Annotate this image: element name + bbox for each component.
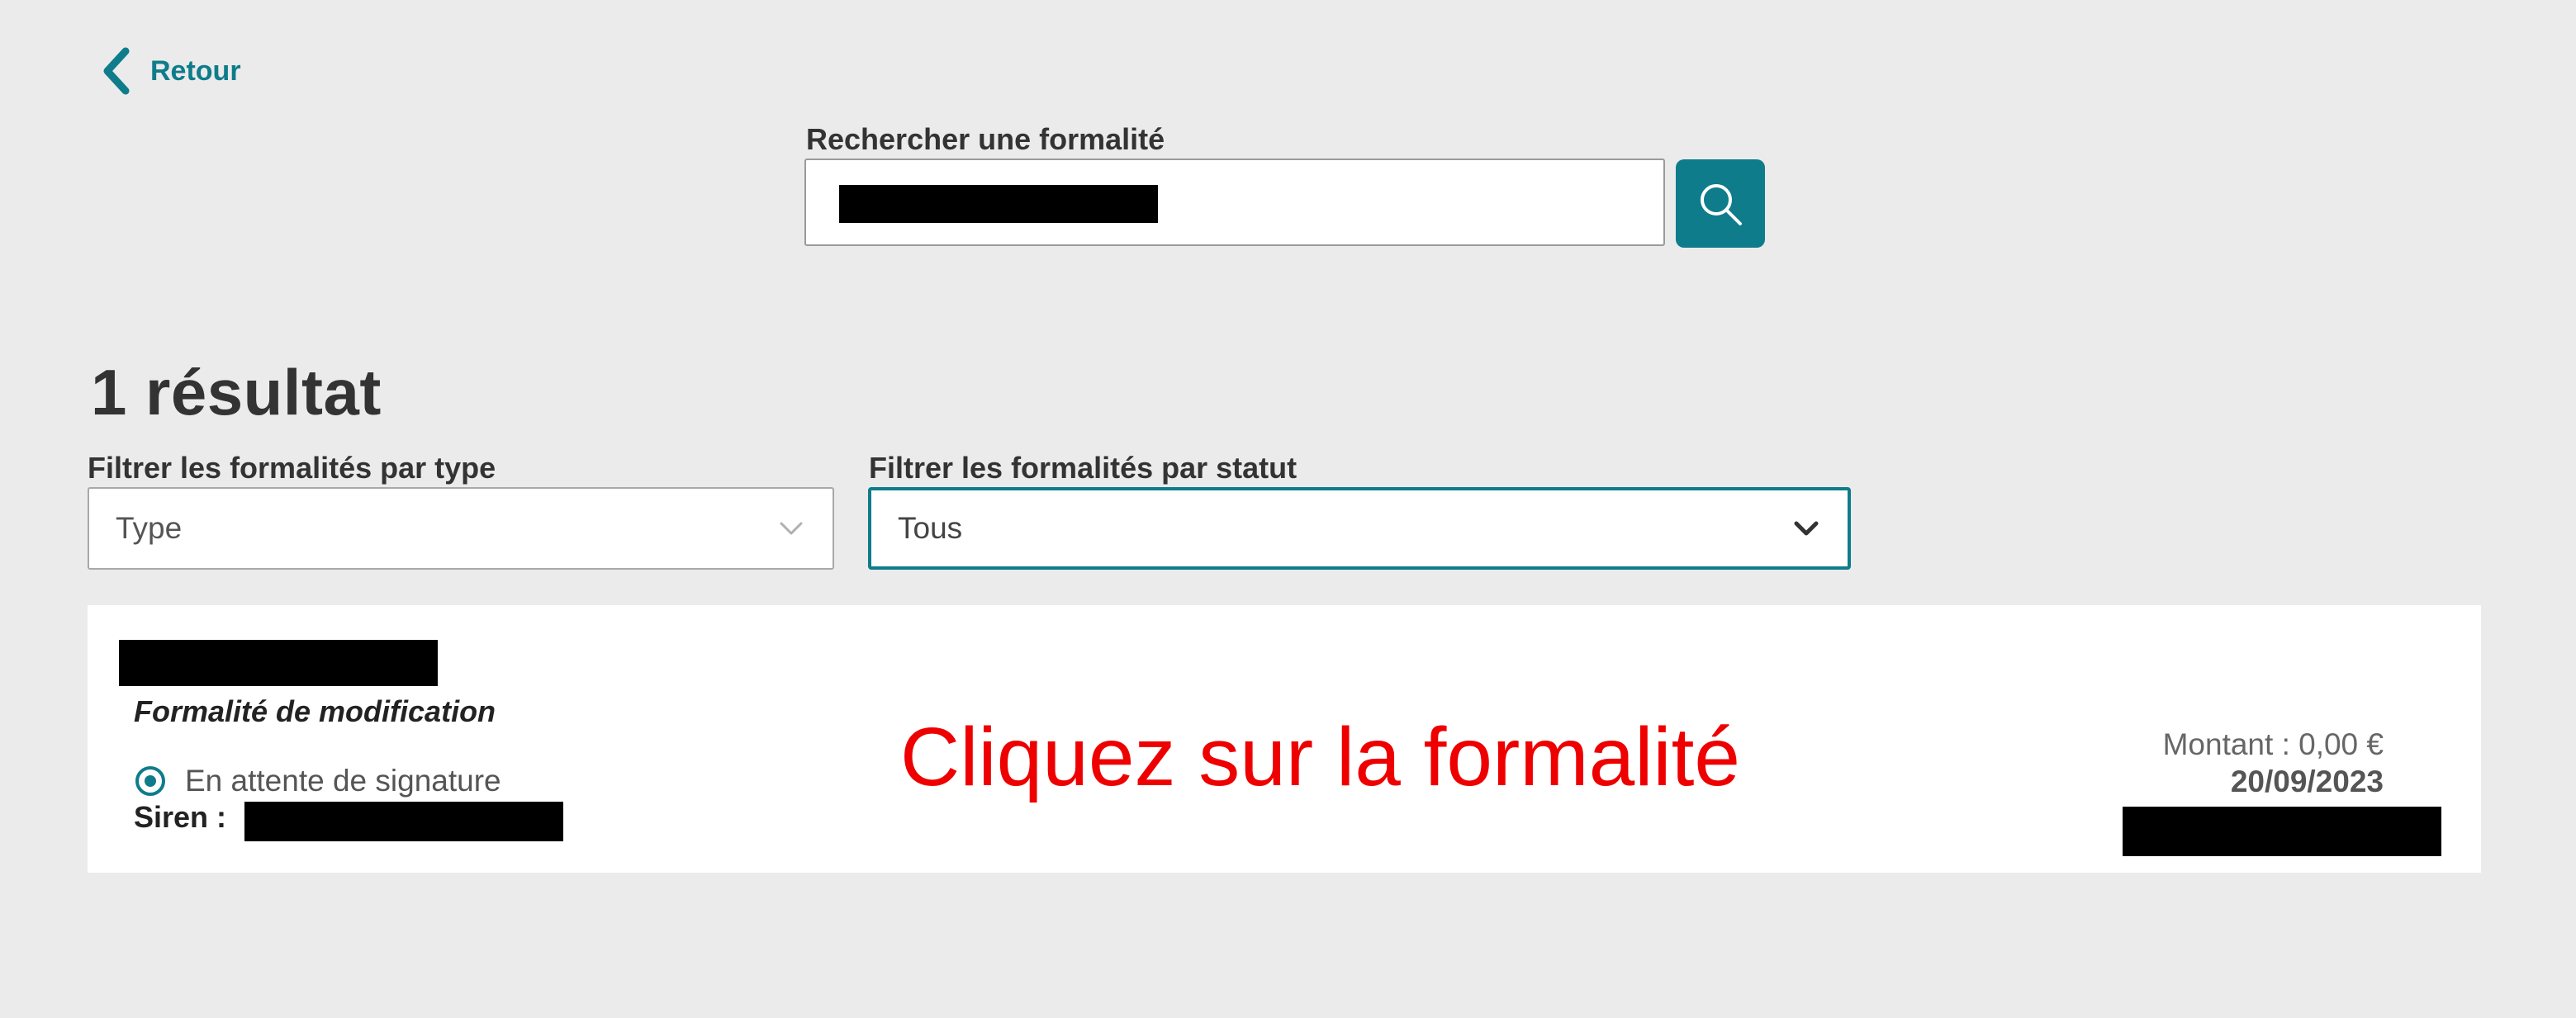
redacted-siren-value <box>244 802 563 841</box>
formality-type: Formalité de modification <box>134 694 496 728</box>
results-count-heading: 1 résultat <box>91 356 382 429</box>
redacted-formality-title <box>119 640 438 686</box>
siren-label: Siren : <box>134 800 227 834</box>
filter-status-select[interactable]: Tous <box>868 487 1851 570</box>
formality-amount: Montant : 0,00 € <box>2162 727 2384 761</box>
filter-status-value: Tous <box>898 511 963 545</box>
instruction-annotation: Cliquez sur la formalité <box>900 711 1741 803</box>
redacted-formality-reference <box>2123 807 2441 856</box>
search-input[interactable] <box>804 159 1665 246</box>
back-link[interactable]: Retour <box>97 46 241 96</box>
search-label: Rechercher une formalité <box>806 122 1165 156</box>
chevron-down-icon <box>1794 521 1819 536</box>
redacted-search-value <box>839 185 1158 223</box>
status-text: En attente de signature <box>185 764 501 798</box>
formality-date: 20/09/2023 <box>2230 765 2384 798</box>
filter-type-label: Filtrer les formalités par type <box>88 451 496 485</box>
search-button[interactable] <box>1676 159 1765 248</box>
back-link-label: Retour <box>150 54 241 87</box>
search-icon <box>1701 183 1742 225</box>
filter-type-value: Type <box>116 511 183 545</box>
chevron-down-icon <box>780 522 803 535</box>
filter-status-label: Filtrer les formalités par statut <box>869 451 1297 485</box>
filter-type-select[interactable]: Type <box>88 487 834 570</box>
chevron-left-icon <box>103 47 130 95</box>
status-radio-icon <box>135 766 165 796</box>
formality-status: En attente de signature <box>134 764 501 798</box>
